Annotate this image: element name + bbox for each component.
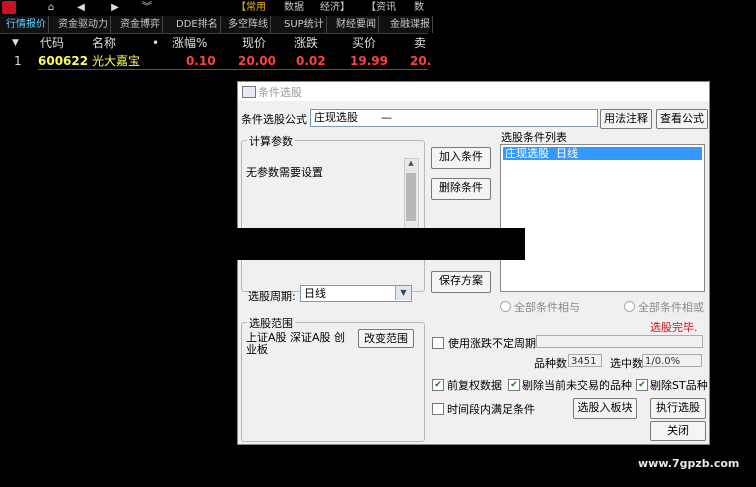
tab-long-short[interactable]: 多空阵线 [226, 16, 271, 33]
formula-dash: — [381, 111, 392, 124]
radio-or[interactable] [624, 301, 635, 312]
prev-restore-label: 前复权数据 [447, 379, 502, 392]
exclude-st-checkbox[interactable]: ✔ [636, 379, 648, 391]
tab-dde-rank[interactable]: DDE排名 [174, 16, 221, 33]
execute-button[interactable]: 执行选股 [650, 398, 706, 419]
dialog-title: 条件选股 [258, 86, 302, 99]
col-pct[interactable]: 涨幅% [172, 34, 207, 52]
menu-more[interactable]: 数 [414, 1, 424, 15]
background-panel [428, 0, 756, 81]
formula-select[interactable]: 庄现选股 — [310, 109, 598, 127]
range-text: 上证A股 深证A股 创业板 [246, 331, 346, 356]
period-label: 选股周期: [248, 290, 296, 303]
sort-down-icon[interactable]: ▼ [12, 34, 19, 52]
time-range-label: 时间段内满足条件 [447, 403, 535, 416]
col-price[interactable]: 现价 [242, 34, 266, 52]
period-select[interactable]: 日线 ▼ [300, 285, 412, 302]
row-bid: 19.99 [350, 54, 388, 68]
status-text: 选股完毕. [650, 321, 698, 334]
tab-finance-news[interactable]: 财经要闻 [334, 16, 379, 33]
col-code[interactable]: 代码 [40, 34, 64, 52]
condition-item[interactable]: 庄现选股 日线 [503, 147, 702, 160]
top-menu-bar: ⌂ ◀ ▶ ︾ 【常用 数据 经济】 【资讯 数 [0, 0, 428, 16]
col-bid[interactable]: 买价 [352, 34, 376, 52]
add-condition-button[interactable]: 加入条件 [431, 147, 491, 169]
tab-quotes[interactable]: 行情报价 [4, 16, 49, 33]
row-ask: 20. [410, 54, 432, 68]
occlusion-bar [237, 228, 525, 260]
back-icon[interactable]: ◀ [70, 1, 92, 14]
radio-and-label: 全部条件相与 [514, 301, 580, 314]
tab-finance-intel[interactable]: 金融谍报 [388, 16, 433, 33]
row-change: 0.02 [296, 54, 326, 68]
params-group [241, 140, 425, 292]
exclude-untraded-label: 剔除当前未交易的品种 [522, 379, 632, 392]
row-code: 600622 [38, 54, 89, 68]
save-plan-button[interactable]: 保存方案 [431, 271, 491, 293]
exclude-st-label: 剔除ST品种 [650, 379, 708, 392]
selected-value: 1/0.0% [642, 354, 702, 367]
formula-label: 条件选股公式 [241, 113, 307, 126]
menu-common[interactable]: 【常用 [236, 1, 266, 15]
chevron-down-icon[interactable]: ︾ [136, 1, 158, 14]
params-text: 无参数需要设置 [246, 166, 323, 179]
close-button[interactable]: 关闭 [650, 421, 706, 441]
watermark: www.7gpzb.com [638, 457, 740, 470]
dialog-titlebar[interactable]: 条件选股 [238, 82, 709, 101]
params-group-title: 计算参数 [247, 133, 295, 149]
variety-value: 3451 [568, 354, 602, 367]
row-underline [38, 69, 428, 70]
change-range-button[interactable]: 改变范围 [358, 329, 414, 348]
radio-and[interactable] [500, 301, 511, 312]
tab-sup-stats[interactable]: SUP统计 [282, 16, 327, 33]
range-group-title: 选股范围 [247, 315, 295, 331]
col-name[interactable]: 名称 [92, 34, 116, 52]
formula-value: 庄现选股 [314, 111, 358, 124]
menu-news[interactable]: 【资讯 [366, 1, 396, 15]
row-pct: 0.10 [186, 54, 216, 68]
params-scrollbar[interactable]: ▲ [404, 158, 419, 230]
exclude-untraded-checkbox[interactable]: ✔ [508, 379, 520, 391]
indefinite-checkbox[interactable] [432, 337, 444, 349]
variety-label: 品种数 [534, 357, 567, 370]
indefinite-label: 使用涨跌不定周期 [448, 337, 536, 350]
scroll-up-icon[interactable]: ▲ [406, 159, 416, 171]
col-change[interactable]: 涨跌 [294, 34, 318, 52]
usage-notes-button[interactable]: 用法注释 [600, 109, 652, 129]
delete-condition-button[interactable]: 删除条件 [431, 178, 491, 200]
menu-data[interactable]: 数据 [284, 1, 304, 15]
forward-icon[interactable]: ▶ [104, 1, 126, 14]
period-value: 日线 [304, 287, 326, 300]
condition-list-label: 选股条件列表 [501, 131, 567, 144]
menu-economy[interactable]: 经济】 [320, 1, 350, 15]
prev-restore-checkbox[interactable]: ✔ [432, 379, 444, 391]
condition-list[interactable]: 庄现选股 日线 [500, 144, 705, 292]
row-price: 20.00 [238, 54, 276, 68]
row-name: 光大嘉宝 [92, 54, 141, 68]
col-ask[interactable]: 卖 [414, 34, 426, 52]
radio-or-label: 全部条件相或 [638, 301, 704, 314]
tab-fund-game[interactable]: 资金博弈 [118, 16, 163, 33]
tab-fund-drive[interactable]: 资金驱动力 [56, 16, 111, 33]
time-range-checkbox[interactable] [432, 403, 444, 415]
selected-label: 选中数 [610, 357, 643, 370]
table-header: ▼ 代码 名称 • 涨幅% 现价 涨跌 买价 卖 [0, 34, 428, 52]
chevron-down-icon[interactable]: ▼ [395, 286, 411, 300]
view-formula-button[interactable]: 查看公式 [656, 109, 708, 129]
to-block-button[interactable]: 选股入板块 [573, 398, 637, 419]
function-tabs: 行情报价 资金驱动力 资金博弈 DDE排名 多空阵线 SUP统计 财经要闻 金融… [0, 16, 433, 34]
col-dot[interactable]: • [152, 34, 159, 52]
table-row[interactable]: 1 600622 光大嘉宝 0.10 20.00 0.02 19.99 20. [0, 52, 432, 70]
home-icon[interactable]: ⌂ [40, 1, 62, 14]
window-icon [242, 86, 256, 98]
scroll-thumb[interactable] [406, 173, 416, 221]
app-logo-icon [2, 1, 16, 14]
stock-filter-dialog: 条件选股 条件选股公式 庄现选股 — 用法注释 查看公式 计算参数 无参数需要设… [237, 81, 710, 445]
row-index: 1 [14, 54, 22, 68]
indefinite-field[interactable] [536, 335, 703, 348]
